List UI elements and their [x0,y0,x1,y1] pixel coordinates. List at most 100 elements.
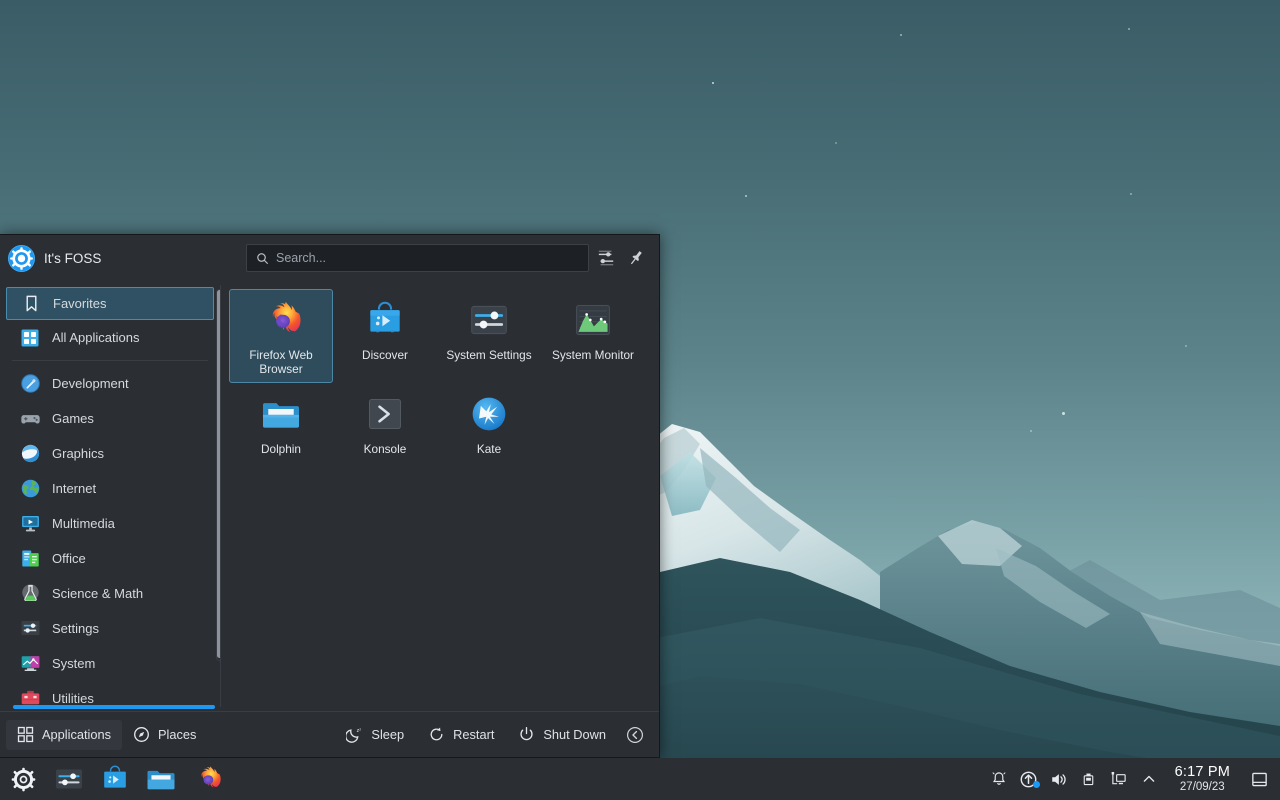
games-gamepad-icon [19,408,41,430]
discover-icon [101,765,129,793]
wired-network-icon [1110,770,1128,788]
kde-logo-avatar[interactable] [8,245,35,272]
discover-launcher[interactable] [92,758,138,800]
sidebar-item-label: Graphics [52,446,104,461]
system-settings-launcher[interactable] [46,758,92,800]
app-label: Kate [477,442,501,456]
shutdown-button[interactable]: Shut Down [507,720,617,750]
system-monitor-icon [573,300,613,340]
sidebar-item-graphics[interactable]: Graphics [6,436,214,471]
menu-sidebar[interactable]: Favorites [0,281,220,711]
app-label: System Settings [446,348,531,362]
show-desktop-button[interactable] [1242,758,1276,800]
app-label: Dolphin [261,442,301,456]
science-flask-icon [19,583,41,605]
development-icon [19,373,41,395]
sleep-button[interactable]: z z Sleep [335,720,415,750]
sidebar-item-favorites[interactable]: Favorites [6,287,214,320]
sidebar-item-label: System [52,656,95,671]
app-label: Discover [362,348,408,362]
sidebar-item-label: Settings [52,621,99,636]
sidebar-item-label: Internet [52,481,96,496]
sidebar-item-games[interactable]: Games [6,401,214,436]
search-area: Search... [230,244,649,272]
kate-icon [469,394,509,434]
taskbar-panel[interactable]: 6:17 PM 27/09/23 [0,758,1280,800]
sidebar-item-label: Games [52,411,94,426]
konsole-icon [365,394,405,434]
notifications-tray-icon[interactable] [985,763,1013,795]
usb-drive-icon [1080,771,1097,788]
menu-footer: Applications Places z z Sleep [0,711,659,757]
chevron-up-icon [1141,771,1157,787]
sidebar-item-office[interactable]: Office [6,541,214,576]
sidebar-item-science-math[interactable]: Science & Math [6,576,214,611]
favorites-grid: Firefox Web Browser [229,289,653,477]
bookmark-icon [20,293,42,315]
app-tile-konsole[interactable]: Konsole [333,383,437,477]
network-tray-icon[interactable] [1105,763,1133,795]
pin-button[interactable] [623,245,649,271]
grid-apps-icon [19,327,41,349]
moon-sleep-icon: z z [346,726,363,743]
discover-icon [365,300,405,340]
desktop[interactable]: It's FOSS Search... [0,0,1280,800]
system-settings-icon [54,764,84,794]
settings-sliders-icon [19,618,41,640]
sidebar-item-settings[interactable]: Settings [6,611,214,646]
sidebar-divider [12,360,208,361]
removable-device-tray-icon[interactable] [1075,763,1103,795]
app-tile-dolphin[interactable]: Dolphin [229,383,333,477]
office-icon [19,548,41,570]
scrollbar-thumb[interactable] [217,290,220,658]
sidebar-item-internet[interactable]: Internet [6,471,214,506]
sliders-icon [597,249,615,267]
user-block[interactable]: It's FOSS [8,245,222,272]
search-input[interactable]: Search... [246,244,589,272]
update-badge [1033,781,1040,788]
firefox-icon [193,765,221,793]
kde-logo-icon [10,766,37,793]
sidebar-item-multimedia[interactable]: Multimedia [6,506,214,541]
configure-button[interactable] [593,245,619,271]
menu-header: It's FOSS Search... [0,235,659,281]
firefox-launcher[interactable] [184,758,230,800]
sidebar-item-all-applications[interactable]: All Applications [6,320,214,355]
user-name: It's FOSS [44,251,101,266]
dolphin-launcher[interactable] [138,758,184,800]
favorites-grid-area: Firefox Web Browser [221,281,659,711]
dolphin-folder-icon [146,764,176,794]
digital-clock[interactable]: 6:17 PM 27/09/23 [1165,758,1240,800]
kickoff-launcher[interactable] [0,758,46,800]
tray-expander[interactable] [1135,763,1163,795]
application-launcher-menu[interactable]: It's FOSS Search... [0,234,660,758]
clock-date: 27/09/23 [1180,781,1225,793]
system-tray: 6:17 PM 27/09/23 [985,758,1280,800]
leave-button[interactable] [619,720,651,750]
graphics-sphere-icon [19,443,41,465]
app-tile-firefox[interactable]: Firefox Web Browser [229,289,333,383]
sidebar-item-development[interactable]: Development [6,366,214,401]
app-tile-discover[interactable]: Discover [333,289,437,383]
sidebar-horizontal-scrollbar[interactable] [13,705,215,709]
footer-tab-applications[interactable]: Applications [6,720,122,750]
app-tile-kate[interactable]: Kate [437,383,541,477]
restart-icon [428,726,445,743]
footer-tab-label: Places [158,727,196,742]
sidebar-item-label: Science & Math [52,586,143,601]
updates-tray-icon[interactable] [1015,763,1043,795]
app-label: Konsole [364,442,407,456]
menu-body: Favorites [0,281,659,711]
volume-tray-icon[interactable] [1045,763,1073,795]
multimedia-icon [19,513,41,535]
sidebar-item-system[interactable]: System [6,646,214,681]
footer-tab-places[interactable]: Places [122,720,207,750]
sidebar-item-label: Development [52,376,129,391]
sidebar-item-label: Utilities [52,691,94,706]
system-settings-icon [469,300,509,340]
app-tile-system-settings[interactable]: System Settings [437,289,541,383]
sidebar-vertical-scrollbar[interactable] [216,289,220,661]
app-tile-system-monitor[interactable]: System Monitor [541,289,645,383]
chevron-left-circle-icon [626,726,644,744]
restart-button[interactable]: Restart [417,720,505,750]
